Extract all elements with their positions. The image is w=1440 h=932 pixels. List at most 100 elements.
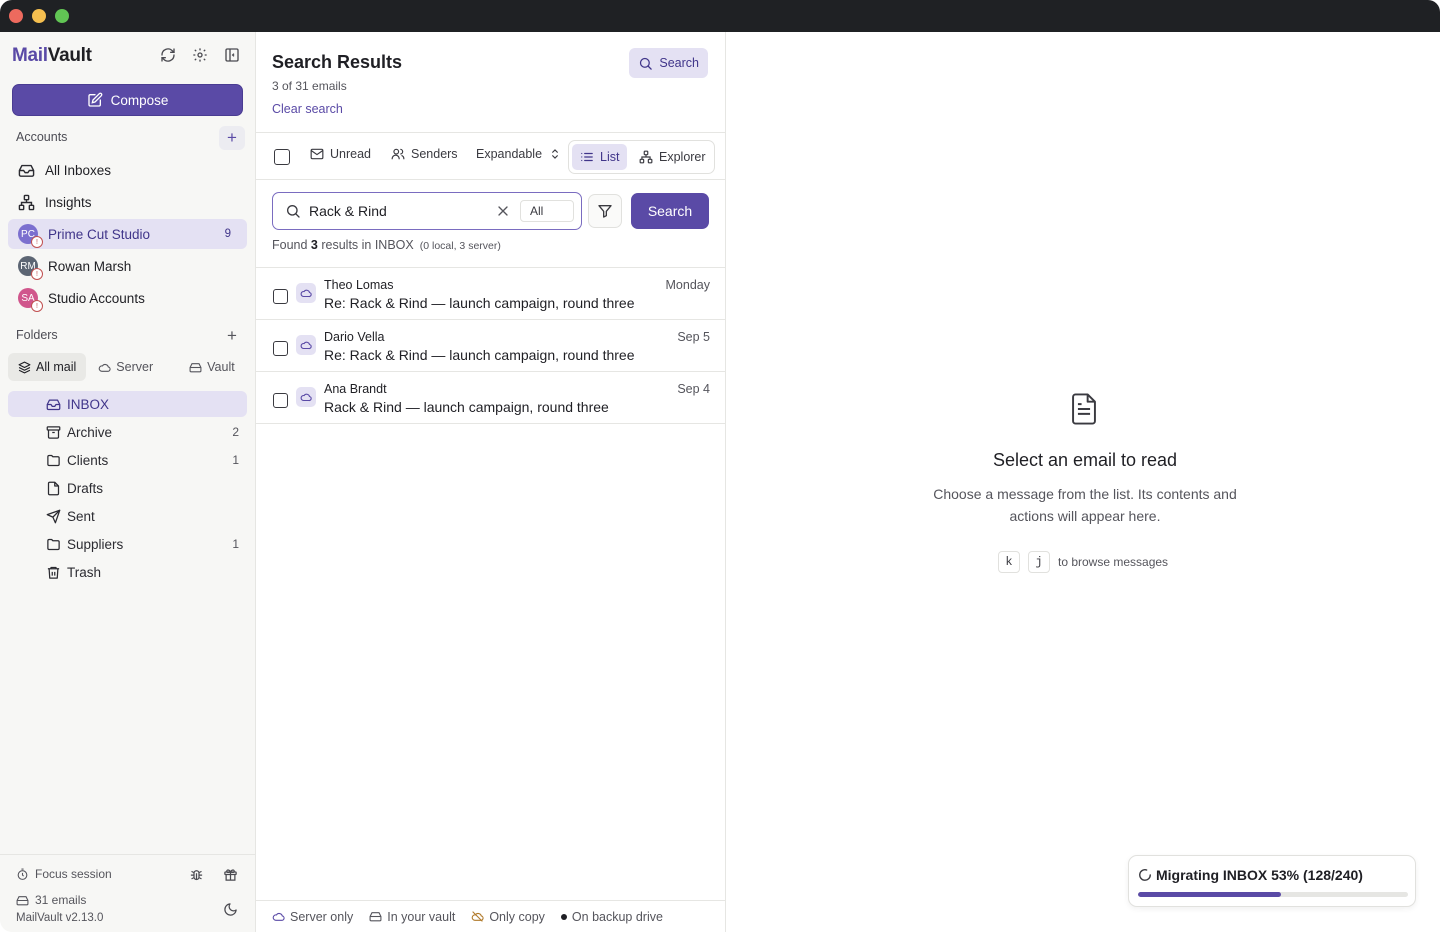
folders-heading: Folders: [16, 328, 58, 342]
migration-progress-bar: [1138, 892, 1408, 897]
cloud-icon: [296, 283, 316, 303]
table-row[interactable]: Theo Lomas Re: Rack & Rind — launch camp…: [256, 268, 726, 320]
mail-icon: [310, 148, 324, 160]
view-mode-toggle: List Explorer: [568, 140, 715, 174]
folder-trash[interactable]: Trash: [8, 559, 247, 585]
send-icon: [46, 509, 61, 523]
compose-label: Compose: [110, 92, 169, 108]
close-icon[interactable]: [495, 203, 511, 219]
avatar: PC!: [18, 224, 43, 248]
tab-vault[interactable]: Vault: [179, 353, 245, 381]
sidebar-item-insights[interactable]: Insights: [8, 187, 247, 217]
folder-drafts[interactable]: Drafts: [8, 475, 247, 501]
message-list: Theo Lomas Re: Rack & Rind — launch camp…: [256, 267, 726, 424]
migration-status-toast: Migrating INBOX 53% (128/240): [1128, 855, 1416, 907]
compose-button[interactable]: Compose: [12, 84, 243, 116]
inbox-icon: [46, 399, 61, 410]
edit-icon: [87, 92, 102, 107]
sync-status-icon: !: [31, 236, 43, 248]
migration-progress-fill: [1138, 892, 1282, 897]
storage-legend: Server only In your vault Only copy On b…: [256, 900, 726, 932]
network-icon: [639, 150, 653, 164]
select-all-checkbox[interactable]: [274, 149, 290, 165]
reading-pane: Select an email to read Choose a message…: [727, 32, 1440, 932]
search-field: All: [272, 192, 582, 230]
list-toolbar: Unread Senders Expandable List Explorer: [256, 132, 726, 180]
unread-count-badge: 9: [224, 228, 231, 240]
folder-suppliers[interactable]: Suppliers 1: [8, 531, 247, 557]
legend-in-vault: In your vault: [369, 910, 455, 924]
sidebar-collapse-icon[interactable]: [223, 46, 241, 64]
folder-icon: [47, 538, 60, 550]
cloud-icon: [272, 912, 285, 921]
clear-search-link[interactable]: Clear search: [272, 102, 343, 116]
dot-icon: [560, 913, 567, 920]
app-version: MailVault v2.13.0: [16, 912, 104, 924]
focus-session-button[interactable]: Focus session: [16, 867, 112, 881]
sidebar-item-studio-accounts[interactable]: SA! Studio Accounts: [8, 283, 247, 313]
app-window: MailVault Compose Accounts + All Inboxes…: [0, 0, 1440, 932]
search-toggle-button[interactable]: Search: [629, 48, 708, 78]
tab-server[interactable]: Server: [88, 353, 163, 381]
search-scope-select[interactable]: All: [520, 200, 574, 222]
sender-name: Dario Vella: [324, 330, 385, 344]
local-email-count: 31 emails: [16, 893, 86, 907]
table-row[interactable]: Ana Brandt Rack & Rind — launch campaign…: [256, 372, 726, 424]
add-account-button[interactable]: +: [219, 126, 245, 150]
unread-filter-button[interactable]: Unread: [310, 147, 371, 161]
minimize-window-button[interactable]: [32, 9, 46, 23]
trash-icon: [47, 566, 60, 579]
sync-status-icon: !: [31, 268, 43, 280]
row-checkbox[interactable]: [273, 341, 288, 356]
add-folder-button[interactable]: +: [219, 324, 245, 348]
empty-state-body: Choose a message from the list. Its cont…: [933, 486, 1237, 524]
message-date: Monday: [665, 278, 710, 292]
cloud-icon: [296, 387, 316, 407]
drive-icon: [369, 912, 382, 922]
row-checkbox[interactable]: [273, 393, 288, 408]
refresh-icon[interactable]: [159, 46, 177, 64]
subject-line: Rack & Rind — launch campaign, round thr…: [324, 399, 609, 415]
senders-filter-button[interactable]: Senders: [391, 147, 458, 161]
folder-inbox[interactable]: INBOX: [8, 391, 247, 417]
close-window-button[interactable]: [9, 9, 23, 23]
filter-icon: [598, 205, 612, 218]
explorer-view-button[interactable]: Explorer: [631, 144, 714, 170]
search-icon: [287, 205, 300, 218]
sidebar-item-rowan-marsh[interactable]: RM! Rowan Marsh: [8, 251, 247, 281]
row-checkbox[interactable]: [273, 289, 288, 304]
sidebar: MailVault Compose Accounts + All Inboxes…: [0, 32, 256, 932]
folder-sent[interactable]: Sent: [8, 503, 247, 529]
filter-button[interactable]: [588, 194, 622, 228]
moon-icon[interactable]: [223, 902, 241, 920]
folder-clients[interactable]: Clients 1: [8, 447, 247, 473]
search-input[interactable]: [309, 202, 489, 220]
chevron-updown-icon: [552, 149, 558, 159]
gift-icon[interactable]: [223, 867, 241, 885]
keyboard-hint: k j to browse messages: [998, 551, 1168, 573]
sender-name: Theo Lomas: [324, 278, 394, 292]
sidebar-item-all-inboxes[interactable]: All Inboxes: [8, 155, 247, 185]
folder-archive[interactable]: Archive 2: [8, 419, 247, 445]
spinner-icon: [1139, 869, 1151, 881]
message-date: Sep 5: [677, 330, 710, 344]
sidebar-item-prime-cut-studio[interactable]: PC! Prime Cut Studio 9: [8, 219, 247, 249]
gear-icon[interactable]: [191, 46, 209, 64]
title-bar: [0, 0, 1440, 32]
search-summary: Found 3 results in INBOX (0 local, 3 serv…: [272, 238, 501, 252]
inbox-icon: [18, 164, 35, 177]
cloud-off-icon: [472, 911, 484, 922]
layers-icon: [18, 361, 31, 373]
folder-source-tabs: All mail Server Vault: [8, 352, 247, 382]
bug-icon[interactable]: [189, 867, 207, 885]
expandable-select[interactable]: Expandable: [476, 147, 562, 161]
list-view-button[interactable]: List: [572, 144, 628, 170]
table-row[interactable]: Dario Vella Re: Rack & Rind — launch cam…: [256, 320, 726, 372]
zoom-window-button[interactable]: [55, 9, 69, 23]
subject-line: Re: Rack & Rind — launch campaign, round…: [324, 347, 635, 363]
tab-all-mail[interactable]: All mail: [8, 353, 87, 381]
search-submit-button[interactable]: Search: [631, 193, 709, 229]
avatar: RM!: [18, 256, 43, 280]
drive-icon: [189, 362, 202, 372]
sidebar-tools: [159, 46, 241, 64]
